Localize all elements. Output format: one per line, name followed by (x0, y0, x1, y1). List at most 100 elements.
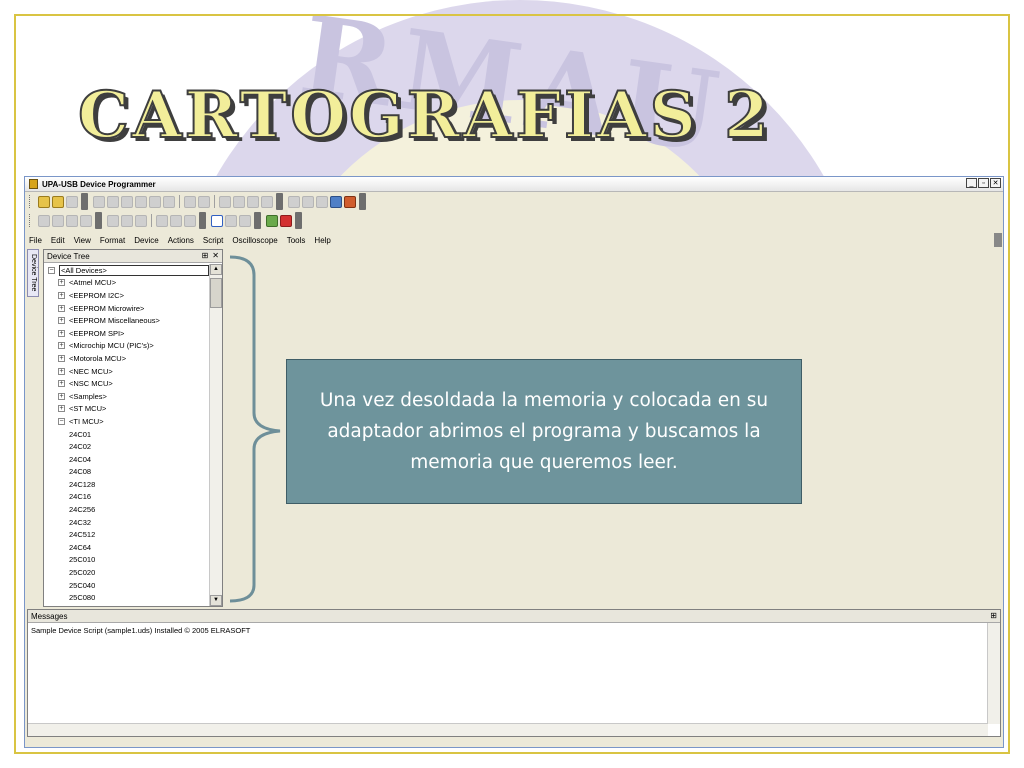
toolbar-dropdown[interactable] (295, 212, 302, 229)
tree-device[interactable]: 24C64 (44, 541, 210, 554)
toolbar-dropdown[interactable] (199, 212, 206, 229)
minimize-button[interactable]: _ (966, 178, 977, 188)
toolbar-dropdown[interactable] (276, 193, 283, 210)
tree-group[interactable]: + <NEC MCU> (44, 365, 210, 378)
close-icon[interactable]: ✕ (212, 251, 219, 260)
menu-tools[interactable]: Tools (287, 236, 306, 245)
toolbar-grip[interactable] (29, 195, 33, 208)
collapse-icon[interactable]: − (58, 417, 65, 425)
tree-group[interactable]: + <Microchip MCU (PIC's)> (44, 340, 210, 353)
tree-group[interactable]: + <EEPROM Microwire> (44, 302, 210, 315)
tree-device[interactable]: 25C020 (44, 566, 210, 579)
menubar-scroll[interactable] (994, 233, 1002, 247)
tree-group[interactable]: + <Atmel MCU> (44, 277, 210, 290)
expand-icon[interactable]: + (58, 392, 65, 400)
paste-icon[interactable] (149, 195, 161, 208)
stop-icon[interactable] (280, 214, 292, 227)
menu-actions[interactable]: Actions (168, 236, 194, 245)
scroll-down-icon[interactable]: ▼ (210, 595, 222, 606)
tree-root[interactable]: − <All Devices> (44, 264, 210, 277)
device-tree-side-tab[interactable]: Device Tree (27, 249, 39, 297)
script-icon[interactable] (344, 195, 356, 208)
menu-script[interactable]: Script (203, 236, 223, 245)
align-center-icon[interactable] (170, 214, 182, 227)
italic-icon[interactable] (121, 214, 133, 227)
tree-device[interactable]: 25C080 (44, 591, 210, 604)
tree-device[interactable]: 24C256 (44, 503, 210, 516)
undo-icon[interactable] (93, 195, 105, 208)
expand-icon[interactable]: + (58, 279, 65, 287)
collapse-icon[interactable]: − (48, 266, 55, 274)
toolbar-dropdown[interactable] (81, 193, 88, 210)
move-down-icon[interactable] (52, 214, 64, 227)
scroll-thumb[interactable] (210, 278, 222, 308)
tree-group[interactable]: + <NSC MCU> (44, 377, 210, 390)
menu-view[interactable]: View (74, 236, 91, 245)
tree-group[interactable]: + <EEPROM I2C> (44, 289, 210, 302)
open-icon[interactable] (52, 195, 64, 208)
expand-icon[interactable]: + (58, 304, 65, 312)
tree-device[interactable]: 25C010 (44, 554, 210, 567)
tree-device[interactable]: 24C04 (44, 453, 210, 466)
messages-vertical-scrollbar[interactable] (987, 623, 1000, 724)
run-icon[interactable] (266, 214, 278, 227)
cut-icon[interactable] (121, 195, 133, 208)
move-up-icon[interactable] (38, 214, 50, 227)
restore-button[interactable]: ▫ (978, 178, 989, 188)
verify-icon[interactable] (247, 195, 259, 208)
blank-check-icon[interactable] (288, 195, 300, 208)
expand-icon[interactable]: + (58, 329, 65, 337)
expand-icon[interactable]: + (58, 342, 65, 350)
align-right-icon[interactable] (184, 214, 196, 227)
config-icon[interactable] (316, 195, 328, 208)
menu-file[interactable]: File (29, 236, 42, 245)
tree-device[interactable]: 24C32 (44, 516, 210, 529)
pointer-icon[interactable] (211, 214, 223, 227)
expand-icon[interactable]: + (58, 367, 65, 375)
underline-icon[interactable] (135, 214, 147, 227)
remove-icon[interactable] (66, 214, 78, 227)
expand-icon[interactable]: + (58, 317, 65, 325)
toolbar-dropdown[interactable] (254, 212, 261, 229)
scroll-up-icon[interactable]: ▲ (210, 264, 222, 275)
expand-icon[interactable]: + (58, 354, 65, 362)
tree-group[interactable]: + <EEPROM SPI> (44, 327, 210, 340)
redo-icon[interactable] (107, 195, 119, 208)
pin-icon[interactable]: ⊞ (990, 611, 997, 620)
tree-group[interactable]: + <ST MCU> (44, 403, 210, 416)
close-button[interactable]: ✕ (990, 178, 1001, 188)
marker-icon[interactable] (239, 214, 251, 227)
tree-device[interactable]: 24C16 (44, 491, 210, 504)
copy-icon[interactable] (135, 195, 147, 208)
erase-icon[interactable] (261, 195, 273, 208)
tree-device[interactable]: 25C040 (44, 579, 210, 592)
menu-oscilloscope[interactable]: Oscilloscope (232, 236, 277, 245)
delete-icon[interactable] (163, 195, 175, 208)
tree-group[interactable]: + <Samples> (44, 390, 210, 403)
tree-group[interactable]: + <EEPROM Miscellaneous> (44, 314, 210, 327)
tree-device[interactable]: 24C08 (44, 466, 210, 479)
find-icon[interactable] (184, 195, 196, 208)
compare-icon[interactable] (302, 195, 314, 208)
toolbar-dropdown[interactable] (359, 193, 366, 210)
replace-icon[interactable] (198, 195, 210, 208)
window-titlebar[interactable]: UPA-USB Device Programmer _ ▫ ✕ (25, 177, 1003, 192)
pin-icon[interactable]: ⊞ (202, 251, 209, 260)
bold-icon[interactable] (107, 214, 119, 227)
tree-group[interactable]: + <Motorola MCU> (44, 352, 210, 365)
device-info-icon[interactable] (330, 195, 342, 208)
tree-group[interactable]: − <TI MCU> (44, 415, 210, 428)
menu-format[interactable]: Format (100, 236, 125, 245)
save-icon[interactable] (66, 195, 78, 208)
navigate-icon[interactable] (80, 214, 92, 227)
menu-device[interactable]: Device (134, 236, 158, 245)
expand-icon[interactable]: + (58, 291, 65, 299)
expand-icon[interactable]: + (58, 405, 65, 413)
toolbar-grip[interactable] (29, 214, 33, 227)
align-left-icon[interactable] (156, 214, 168, 227)
tree-device[interactable]: 24C512 (44, 528, 210, 541)
zoom-icon[interactable] (225, 214, 237, 227)
tree-device[interactable]: 24C128 (44, 478, 210, 491)
read-icon[interactable] (219, 195, 231, 208)
device-tree-scrollbar[interactable]: ▲ ▼ (209, 264, 222, 606)
